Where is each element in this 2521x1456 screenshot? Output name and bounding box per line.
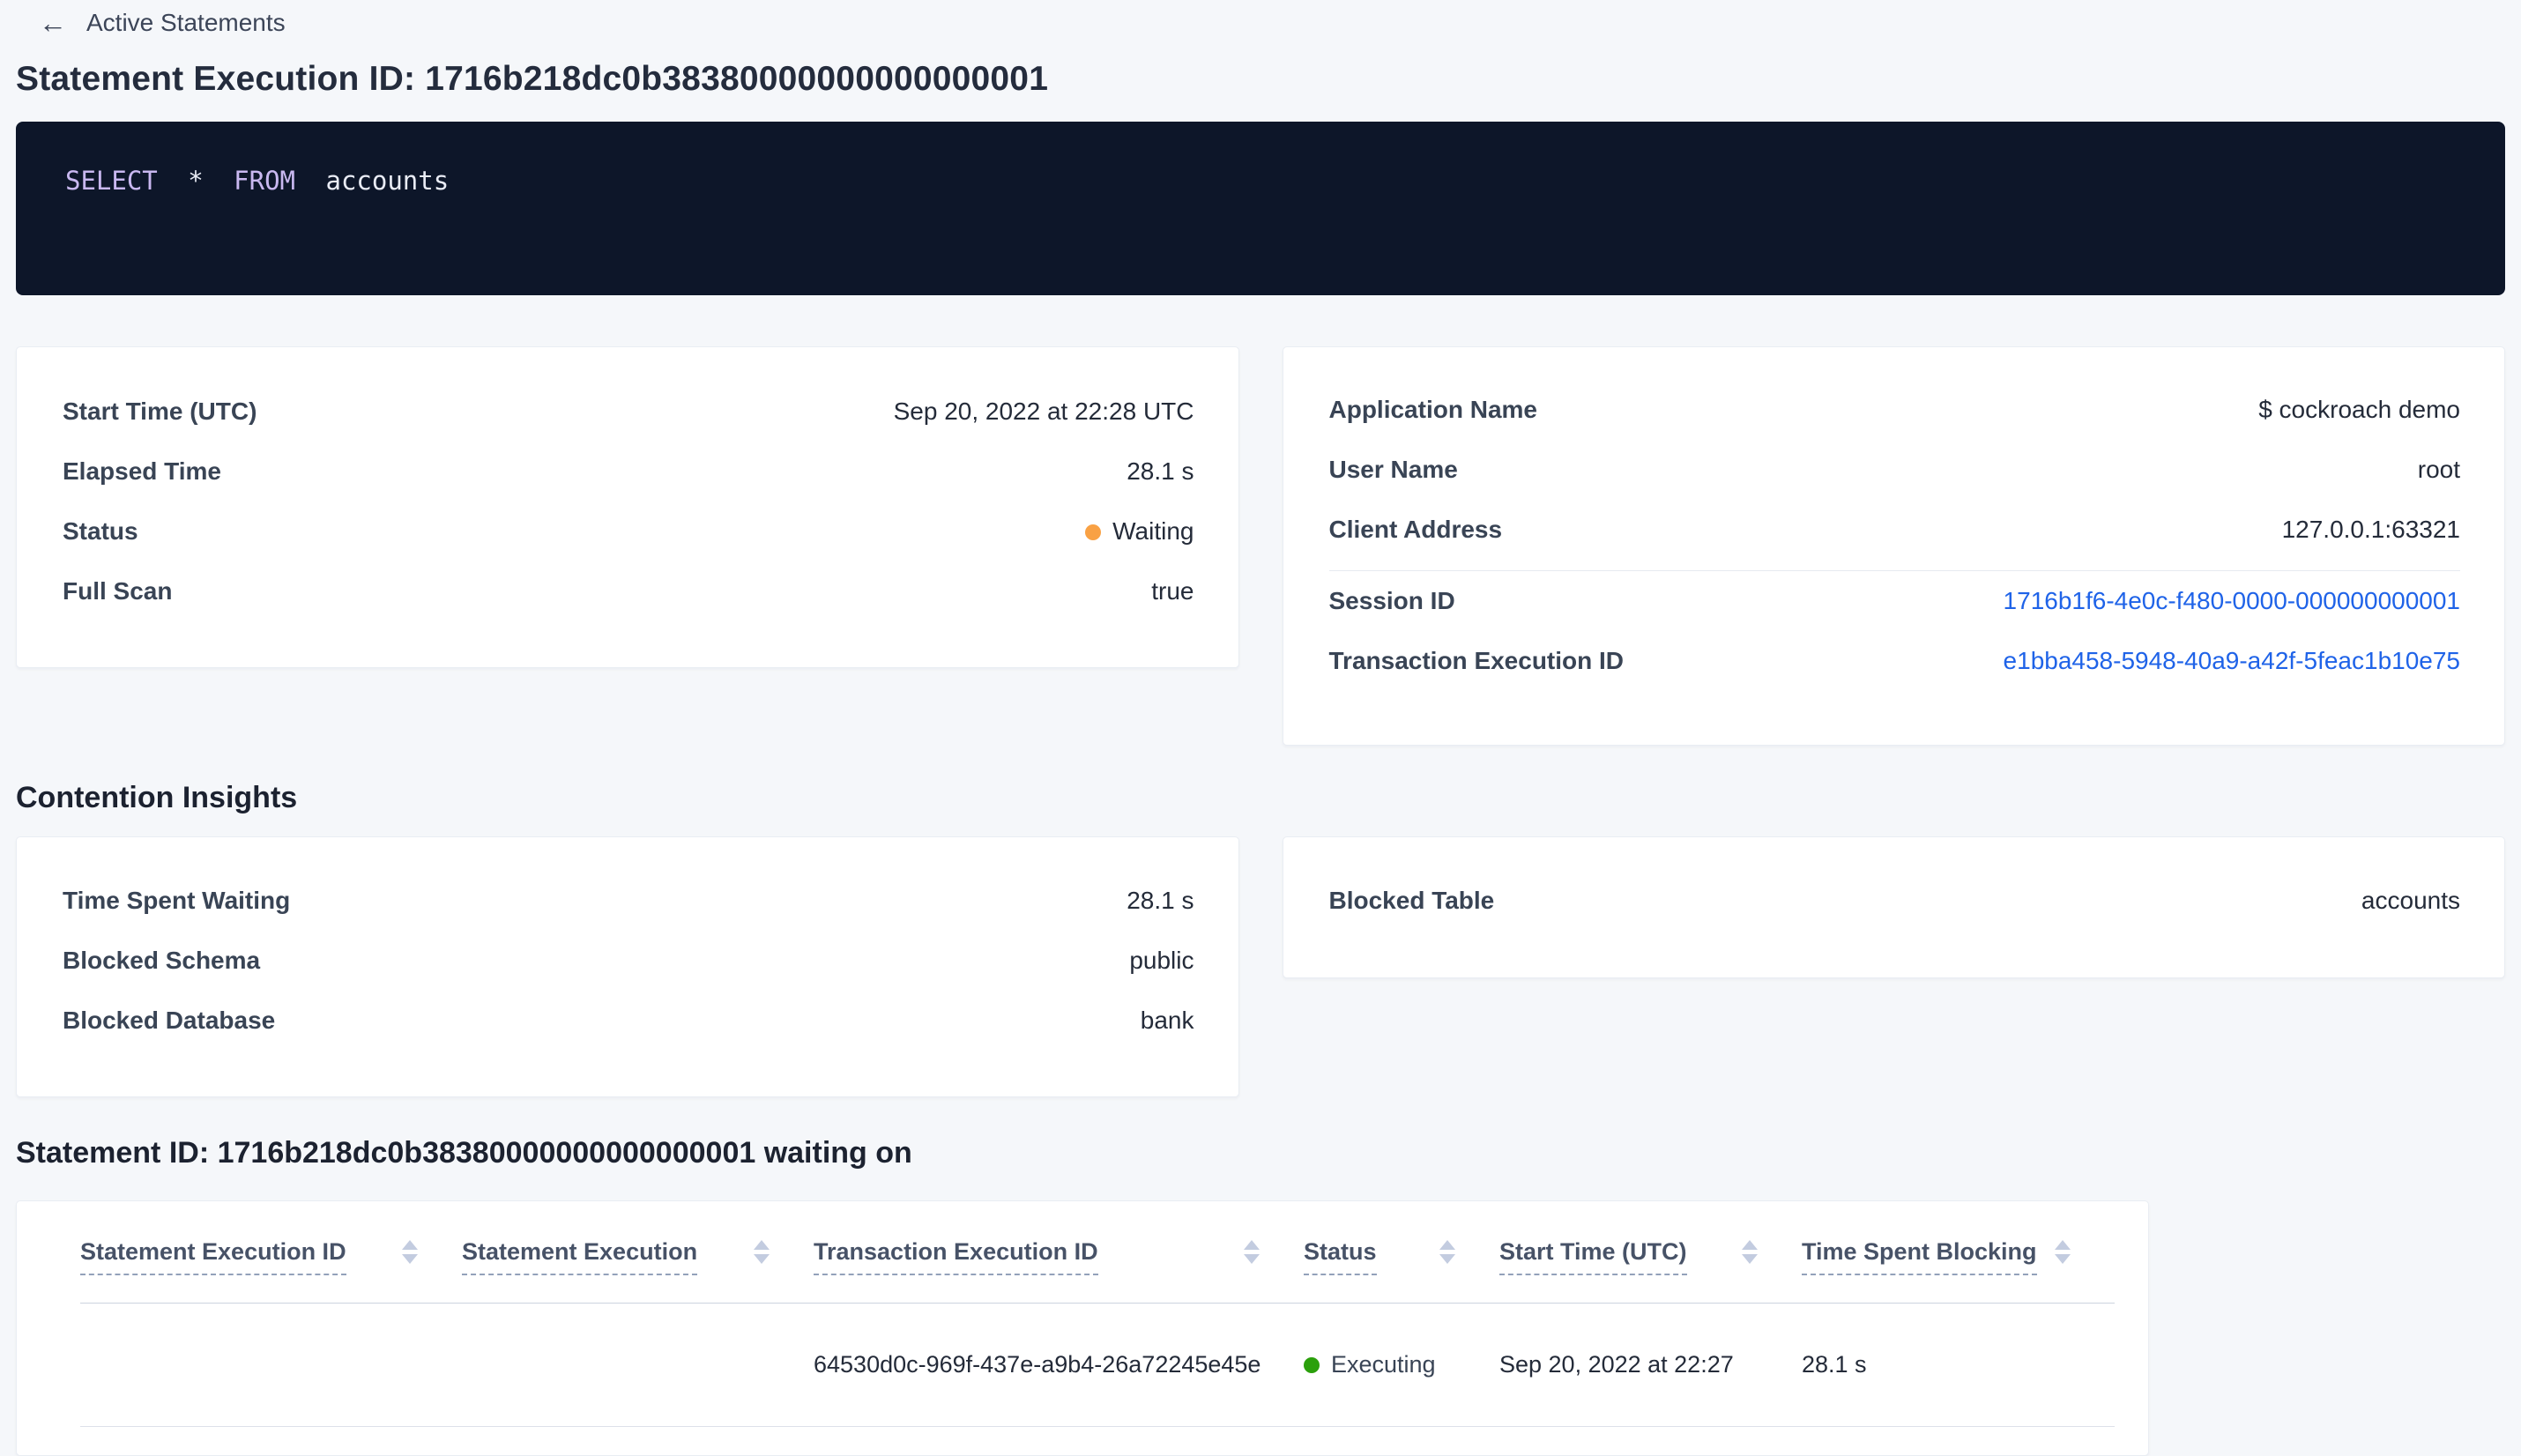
status-executing-text: Executing — [1331, 1350, 1436, 1378]
time-spent-waiting-label: Time Spent Waiting — [63, 887, 291, 914]
session-id-row: Session ID 1716b1f6-4e0c-f480-0000-00000… — [1329, 571, 2461, 631]
sort-icon[interactable] — [2055, 1240, 2071, 1264]
session-details-card: Application Name $ cockroach demo User N… — [1282, 346, 2505, 746]
column-label: Start Time (UTC) — [1499, 1238, 1687, 1275]
contention-insights-heading: Contention Insights — [16, 781, 298, 814]
back-link[interactable]: ← Active Statements — [39, 9, 286, 37]
elapsed-time-row: Elapsed Time 28.1 s — [63, 442, 1194, 501]
column-label: Statement Execution ID — [80, 1238, 346, 1275]
sort-icon[interactable] — [1439, 1240, 1455, 1264]
back-arrow-icon: ← — [39, 7, 67, 39]
cell-status: Executing — [1304, 1303, 1499, 1427]
start-time-value: Sep 20, 2022 at 22:28 UTC — [893, 397, 1194, 425]
session-id-label: Session ID — [1328, 587, 1455, 614]
status-executing-dot-icon — [1304, 1356, 1320, 1373]
column-label: Time Spent Blocking — [1802, 1238, 2037, 1275]
back-link-label: Active Statements — [86, 9, 286, 36]
sort-icon[interactable] — [754, 1240, 770, 1264]
cell-transaction-execution-id: 64530d0c-969f-437e-a9b4-26a72245e45e — [814, 1303, 1304, 1427]
session-id-link[interactable]: 1716b1f6-4e0c-f480-0000-000000000001 — [2004, 587, 2460, 615]
blocked-table-label: Blocked Table — [1328, 887, 1495, 914]
blocked-table-value: accounts — [2361, 887, 2460, 914]
user-name-value: root — [2417, 456, 2460, 483]
active-statement-details-page: ← Active Statements Statement Execution … — [0, 0, 2521, 1456]
column-label: Transaction Execution ID — [814, 1238, 1098, 1275]
application-name-label: Application Name — [1328, 396, 1537, 423]
table-row: 64530d0c-969f-437e-a9b4-26a72245e45e Exe… — [80, 1303, 2115, 1427]
cell-statement-execution-id — [80, 1303, 462, 1427]
column-label: Status — [1304, 1238, 1377, 1275]
client-address-value: 127.0.0.1:63321 — [2281, 516, 2460, 543]
status-label: Status — [63, 517, 138, 545]
sql-statement: SELECT * FROM accounts — [65, 164, 2456, 197]
blocked-table-card: Blocked Table accounts — [1282, 836, 2505, 978]
contention-details-card: Time Spent Waiting 28.1 s Blocked Schema… — [16, 836, 1239, 1097]
column-header-statement-execution-id: Statement Execution ID — [80, 1201, 462, 1304]
cell-time-spent-blocking: 28.1 s — [1802, 1303, 2115, 1427]
waiting-statements-table-card: Statement Execution ID Statement Executi… — [16, 1200, 2149, 1456]
client-address-label: Client Address — [1328, 516, 1503, 543]
user-name-label: User Name — [1328, 456, 1458, 483]
sort-icon[interactable] — [1742, 1240, 1758, 1264]
time-spent-waiting-value: 28.1 s — [1127, 887, 1194, 914]
elapsed-time-value: 28.1 s — [1127, 457, 1194, 485]
cell-statement-execution — [462, 1303, 814, 1427]
status-waiting-text: Waiting — [1112, 517, 1194, 545]
waiting-statements-table: Statement Execution ID Statement Executi… — [80, 1201, 2115, 1427]
transaction-execution-id-row: Transaction Execution ID e1bba458-5948-4… — [1329, 631, 2461, 691]
contention-cards-row: Time Spent Waiting 28.1 s Blocked Schema… — [16, 836, 2505, 1097]
column-header-transaction-execution-id: Transaction Execution ID — [814, 1201, 1304, 1304]
start-time-label: Start Time (UTC) — [63, 397, 257, 425]
status-value: Waiting — [1085, 517, 1194, 546]
execution-details-card: Start Time (UTC) Sep 20, 2022 at 22:28 U… — [16, 346, 1239, 668]
sort-icon[interactable] — [402, 1240, 418, 1264]
full-scan-row: Full Scan true — [63, 561, 1194, 621]
blocked-database-value: bank — [1140, 1007, 1194, 1034]
status-row: Status Waiting — [63, 501, 1194, 561]
blocked-database-row: Blocked Database bank — [63, 991, 1194, 1051]
sort-icon[interactable] — [1244, 1240, 1260, 1264]
details-cards-row: Start Time (UTC) Sep 20, 2022 at 22:28 U… — [16, 346, 2505, 746]
sql-operator-star: * — [188, 166, 204, 196]
column-header-status: Status — [1304, 1201, 1499, 1304]
column-label: Statement Execution — [462, 1238, 698, 1275]
sql-statement-box: SELECT * FROM accounts — [16, 122, 2505, 295]
transaction-execution-id-link[interactable]: e1bba458-5948-40a9-a42f-5feac1b10e75 — [2004, 647, 2460, 675]
full-scan-label: Full Scan — [63, 577, 173, 605]
user-name-row: User Name root — [1329, 440, 2461, 500]
status-waiting-dot-icon — [1085, 524, 1102, 540]
transaction-execution-id-label: Transaction Execution ID — [1328, 647, 1625, 674]
waiting-on-heading: Statement ID: 1716b218dc0b38380000000000… — [16, 1136, 912, 1170]
elapsed-time-label: Elapsed Time — [63, 457, 222, 485]
start-time-row: Start Time (UTC) Sep 20, 2022 at 22:28 U… — [63, 382, 1194, 442]
blocked-table-row: Blocked Table accounts — [1329, 871, 2461, 931]
column-header-time-spent-blocking: Time Spent Blocking — [1802, 1201, 2115, 1304]
client-address-row: Client Address 127.0.0.1:63321 — [1329, 500, 2461, 560]
cell-start-time: Sep 20, 2022 at 22:27 — [1499, 1303, 1802, 1427]
blocked-database-label: Blocked Database — [63, 1007, 276, 1034]
time-spent-waiting-row: Time Spent Waiting 28.1 s — [63, 871, 1194, 931]
column-header-statement-execution: Statement Execution — [462, 1201, 814, 1304]
blocked-schema-label: Blocked Schema — [63, 947, 261, 974]
full-scan-value: true — [1151, 577, 1194, 605]
page-title: Statement Execution ID: 1716b218dc0b3838… — [16, 60, 1049, 98]
blocked-schema-value: public — [1129, 947, 1194, 974]
sql-table-identifier: accounts — [325, 166, 450, 196]
table-header-row: Statement Execution ID Statement Executi… — [80, 1201, 2115, 1304]
sql-keyword-from: FROM — [234, 166, 296, 196]
blocked-schema-row: Blocked Schema public — [63, 931, 1194, 991]
sql-keyword-select: SELECT — [65, 166, 158, 196]
application-name-row: Application Name $ cockroach demo — [1329, 380, 2461, 440]
application-name-value: $ cockroach demo — [2258, 396, 2460, 423]
column-header-start-time: Start Time (UTC) — [1499, 1201, 1802, 1304]
